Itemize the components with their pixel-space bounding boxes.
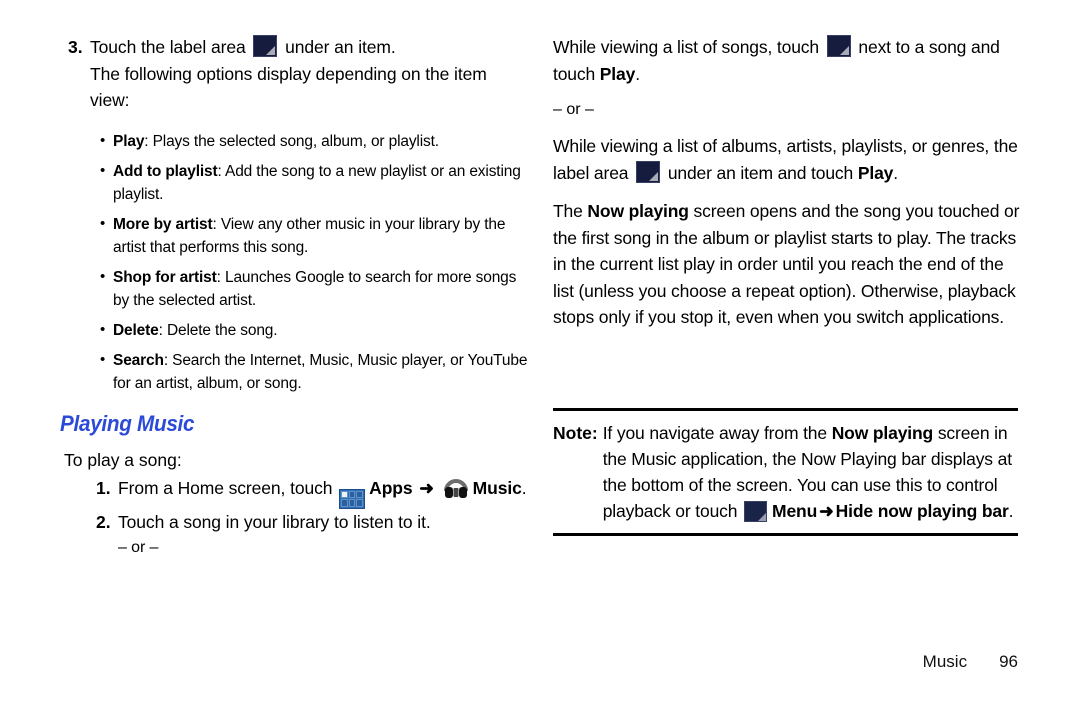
step-2-number: 2.: [96, 511, 111, 532]
lead-in-text: To play a song:: [64, 449, 182, 470]
hide-now-playing-bar-label: Hide now playing bar: [835, 501, 1009, 521]
now-playing-label: Now playing: [587, 201, 689, 221]
left-column: 3. Touch the label area under an item. T…: [60, 0, 530, 561]
step-2-body: Touch a song in your library to listen t…: [118, 509, 530, 562]
bullet-term: Shop for artist: [113, 268, 217, 286]
step-1-period: .: [521, 478, 527, 498]
label-area-icon: [826, 35, 851, 57]
or-separator: – or –: [118, 539, 159, 556]
note-content: Note: If you navigate away from the Now …: [553, 411, 1018, 533]
apps-label: Apps: [369, 478, 413, 498]
step-2: 2. Touch a song in your library to liste…: [60, 509, 530, 562]
step-3-body: Touch the label area under an item. The …: [90, 34, 530, 114]
menu-label: Menu: [772, 501, 818, 521]
paragraph-songs-list: While viewing a list of songs, touch nex…: [553, 34, 1023, 87]
step-2-text: Touch a song in your library to listen t…: [118, 511, 431, 532]
play-label: Play: [857, 162, 894, 183]
songs-list-text-after: next to a song: [858, 37, 967, 57]
arrow-right-icon: ➜: [819, 501, 834, 521]
bullet-term: Delete: [113, 321, 159, 339]
list-item: Search: Search the Internet, Music, Musi…: [100, 348, 530, 395]
list-item: More by artist: View any other music in …: [100, 212, 530, 259]
note-segment-3: .: [1008, 501, 1014, 521]
play-label: Play: [599, 63, 636, 84]
note-segment-1: If you navigate away from the: [602, 423, 832, 443]
step-3-text-after: under an item.: [285, 37, 396, 57]
footer-chapter: Music: [922, 652, 968, 671]
options-bullet-list: Play: Plays the selected song, album, or…: [60, 129, 530, 395]
bullet-term: Add to playlist: [113, 162, 218, 180]
step-3: 3. Touch the label area under an item. T…: [60, 34, 530, 114]
or-separator: – or –: [553, 101, 594, 118]
step-1-text: From a Home screen, touch: [118, 478, 333, 498]
list-item: Play: Plays the selected song, album, or…: [100, 129, 530, 153]
apps-grid-icon: [339, 488, 366, 509]
albums-period: .: [893, 162, 898, 183]
menu-icon: [744, 501, 768, 522]
page-footer: Music 96: [0, 652, 1018, 672]
bullet-term: Search: [113, 351, 164, 369]
step-3-text-before: Touch the label area: [90, 37, 246, 57]
now-playing-before: The: [553, 201, 588, 221]
albums-line2-after: under an item and touch: [667, 162, 854, 183]
step-1-body: From a Home screen, touch Apps ➜ Music.: [118, 475, 530, 509]
songs-list-line2-after: .: [635, 63, 640, 84]
bullet-desc: : Delete the song.: [158, 321, 278, 339]
step-1: 1. From a Home screen, touch Apps ➜ Musi…: [60, 475, 530, 509]
arrow-right-icon: ➜: [419, 478, 434, 498]
bullet-term: Play: [113, 132, 145, 150]
label-area-icon: [253, 35, 278, 57]
albums-line1: While viewing a list of albums, artists,…: [553, 136, 928, 156]
right-column: While viewing a list of songs, touch nex…: [553, 0, 1023, 347]
step-3-following-line-1: The following options display depending …: [90, 63, 487, 84]
headphones-icon: [443, 477, 469, 499]
label-area-icon: [636, 160, 661, 183]
footer-page-number: 96: [999, 652, 1018, 671]
step-1-number: 1.: [96, 478, 111, 498]
step-3-following-line-2: view:: [90, 90, 130, 110]
list-item: Delete: Delete the song.: [100, 318, 530, 342]
music-label: Music: [472, 478, 522, 498]
step-3-number: 3.: [68, 37, 83, 57]
bullet-desc: : Plays the selected song, album, or pla…: [144, 132, 439, 150]
note-text: If you navigate away from the Now playin…: [603, 420, 1018, 524]
note-box: Note: If you navigate away from the Now …: [553, 408, 1018, 536]
bullet-desc: : Search the Internet, Music, Music play…: [113, 351, 528, 392]
paragraph-now-playing: The Now playing screen opens and the son…: [553, 198, 1023, 331]
note-now-playing-label: Now playing: [831, 423, 934, 443]
list-item: Add to playlist: Add the song to a new p…: [100, 159, 530, 206]
manual-page: 3. Touch the label area under an item. T…: [0, 0, 1080, 720]
note-label: Note:: [553, 423, 598, 443]
paragraph-albums-list: While viewing a list of albums, artists,…: [553, 133, 1023, 186]
songs-list-text-before: While viewing a list of songs, touch: [553, 37, 819, 57]
section-heading-playing-music: Playing Music: [60, 410, 195, 436]
bullet-term: More by artist: [113, 215, 213, 233]
list-item: Shop for artist: Launches Google to sear…: [100, 265, 530, 312]
note-bottom-rule: [553, 533, 1018, 536]
